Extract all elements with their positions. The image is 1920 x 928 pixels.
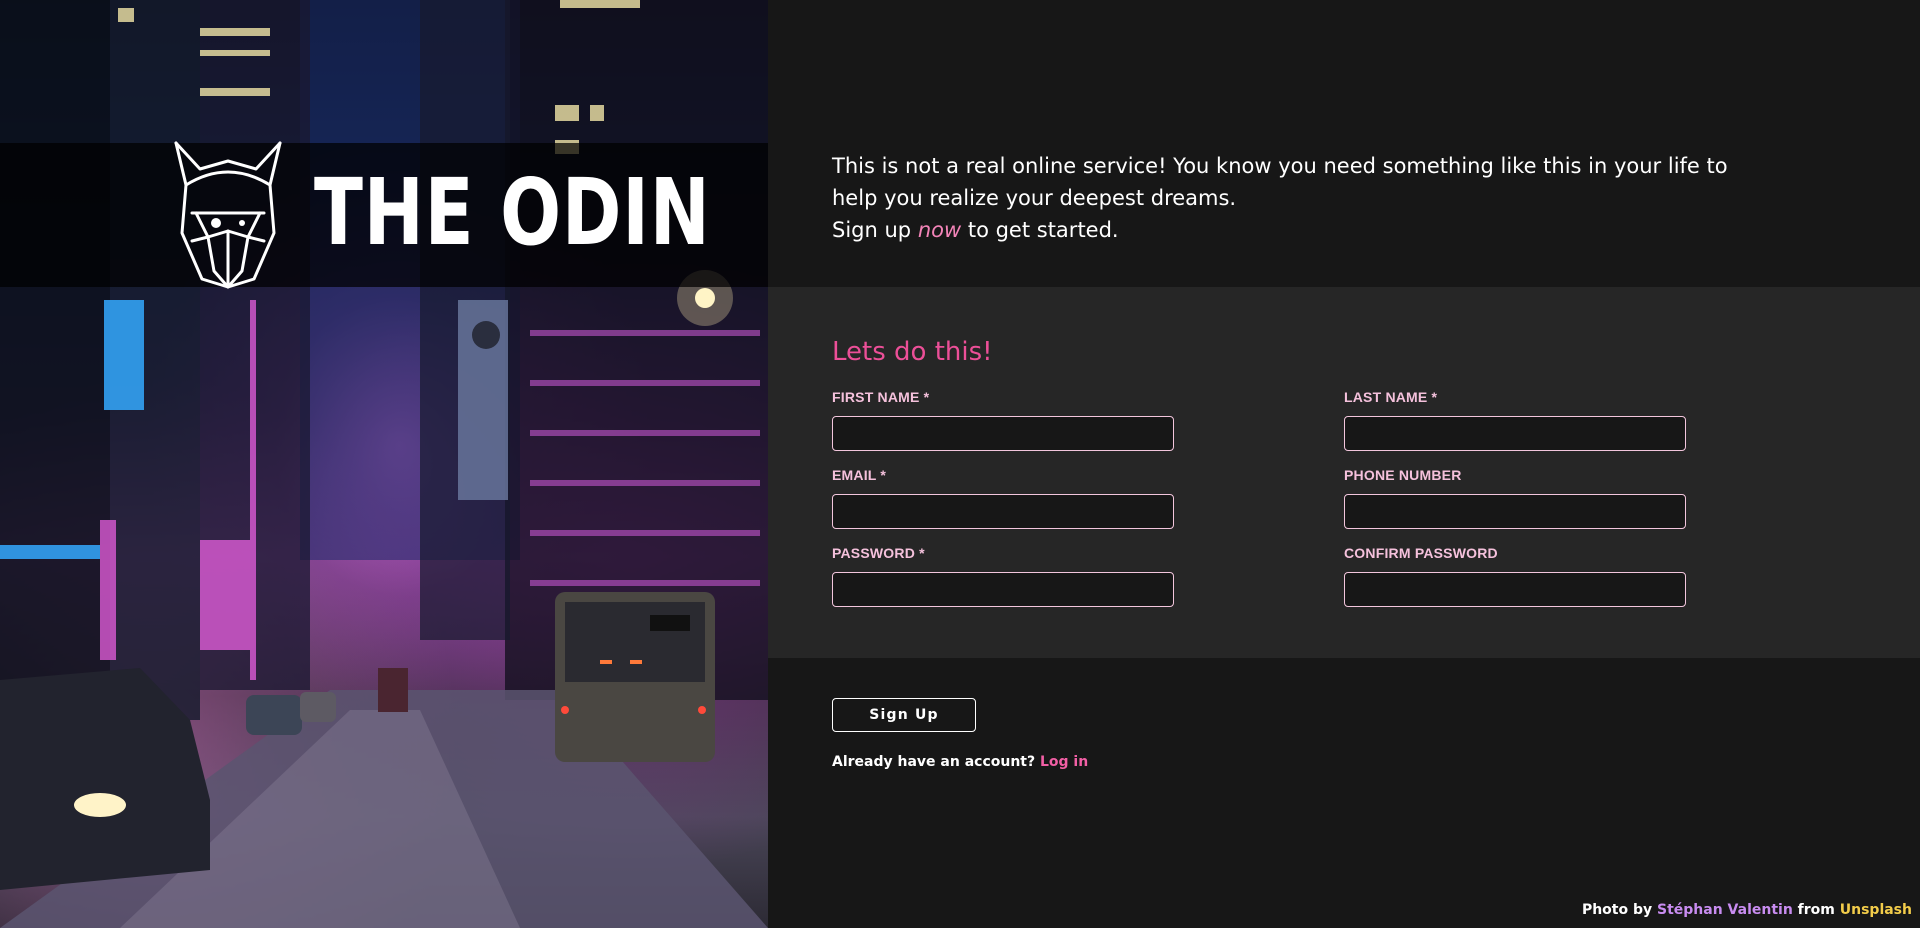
last-name-label: LAST NAME * xyxy=(1344,389,1438,405)
intro-line: This is not a real online service! You k… xyxy=(832,154,1728,210)
intro-text: This is not a real online service! You k… xyxy=(832,150,1732,246)
first-name-label: FIRST NAME * xyxy=(832,389,930,405)
credit-author-link[interactable]: Stéphan Valentin xyxy=(1657,902,1793,918)
password-label: PASSWORD * xyxy=(832,545,925,561)
password-input[interactable] xyxy=(832,572,1174,607)
confirm-password-group: CONFIRM PASSWORD xyxy=(1344,545,1686,607)
email-input[interactable] xyxy=(832,494,1174,529)
last-name-group: LAST NAME * xyxy=(1344,389,1686,451)
confirm-password-label: CONFIRM PASSWORD xyxy=(1344,545,1498,561)
intro-cta: Sign up now to get started. xyxy=(832,214,1732,246)
phone-group: PHONE NUMBER xyxy=(1344,467,1686,529)
credit-site-link[interactable]: Unsplash xyxy=(1840,902,1912,918)
intro-cta-before: Sign up xyxy=(832,218,912,242)
first-name-input[interactable] xyxy=(832,416,1174,451)
login-link[interactable]: Log in xyxy=(1040,754,1088,770)
phone-label: PHONE NUMBER xyxy=(1344,467,1462,483)
login-prompt-text: Already have an account? xyxy=(832,754,1036,770)
credit-middle: from xyxy=(1797,902,1835,918)
brand-name: THE ODIN xyxy=(314,159,711,266)
first-name-group: FIRST NAME * xyxy=(832,389,1174,451)
confirm-password-input[interactable] xyxy=(1344,572,1686,607)
odin-helmet-icon xyxy=(174,141,282,289)
photo-credit: Photo by Stéphan Valentin from Unsplash xyxy=(1582,902,1912,918)
phone-input[interactable] xyxy=(1344,494,1686,529)
form-heading: Lets do this! xyxy=(832,337,993,367)
last-name-input[interactable] xyxy=(1344,416,1686,451)
intro-cta-emphasis: now xyxy=(917,218,962,242)
email-label: EMAIL * xyxy=(832,467,887,483)
signup-button[interactable]: Sign Up xyxy=(832,698,976,732)
intro-cta-after: to get started. xyxy=(967,218,1119,242)
credit-prefix: Photo by xyxy=(1581,902,1653,918)
city-street-photo xyxy=(0,0,768,928)
password-group: PASSWORD * xyxy=(832,545,1174,607)
login-prompt: Already have an account? Log in xyxy=(832,754,1088,770)
hero-image xyxy=(0,0,768,928)
email-group: EMAIL * xyxy=(832,467,1174,529)
signup-form-panel: Lets do this! FIRST NAME * LAST NAME * E… xyxy=(768,287,1920,658)
